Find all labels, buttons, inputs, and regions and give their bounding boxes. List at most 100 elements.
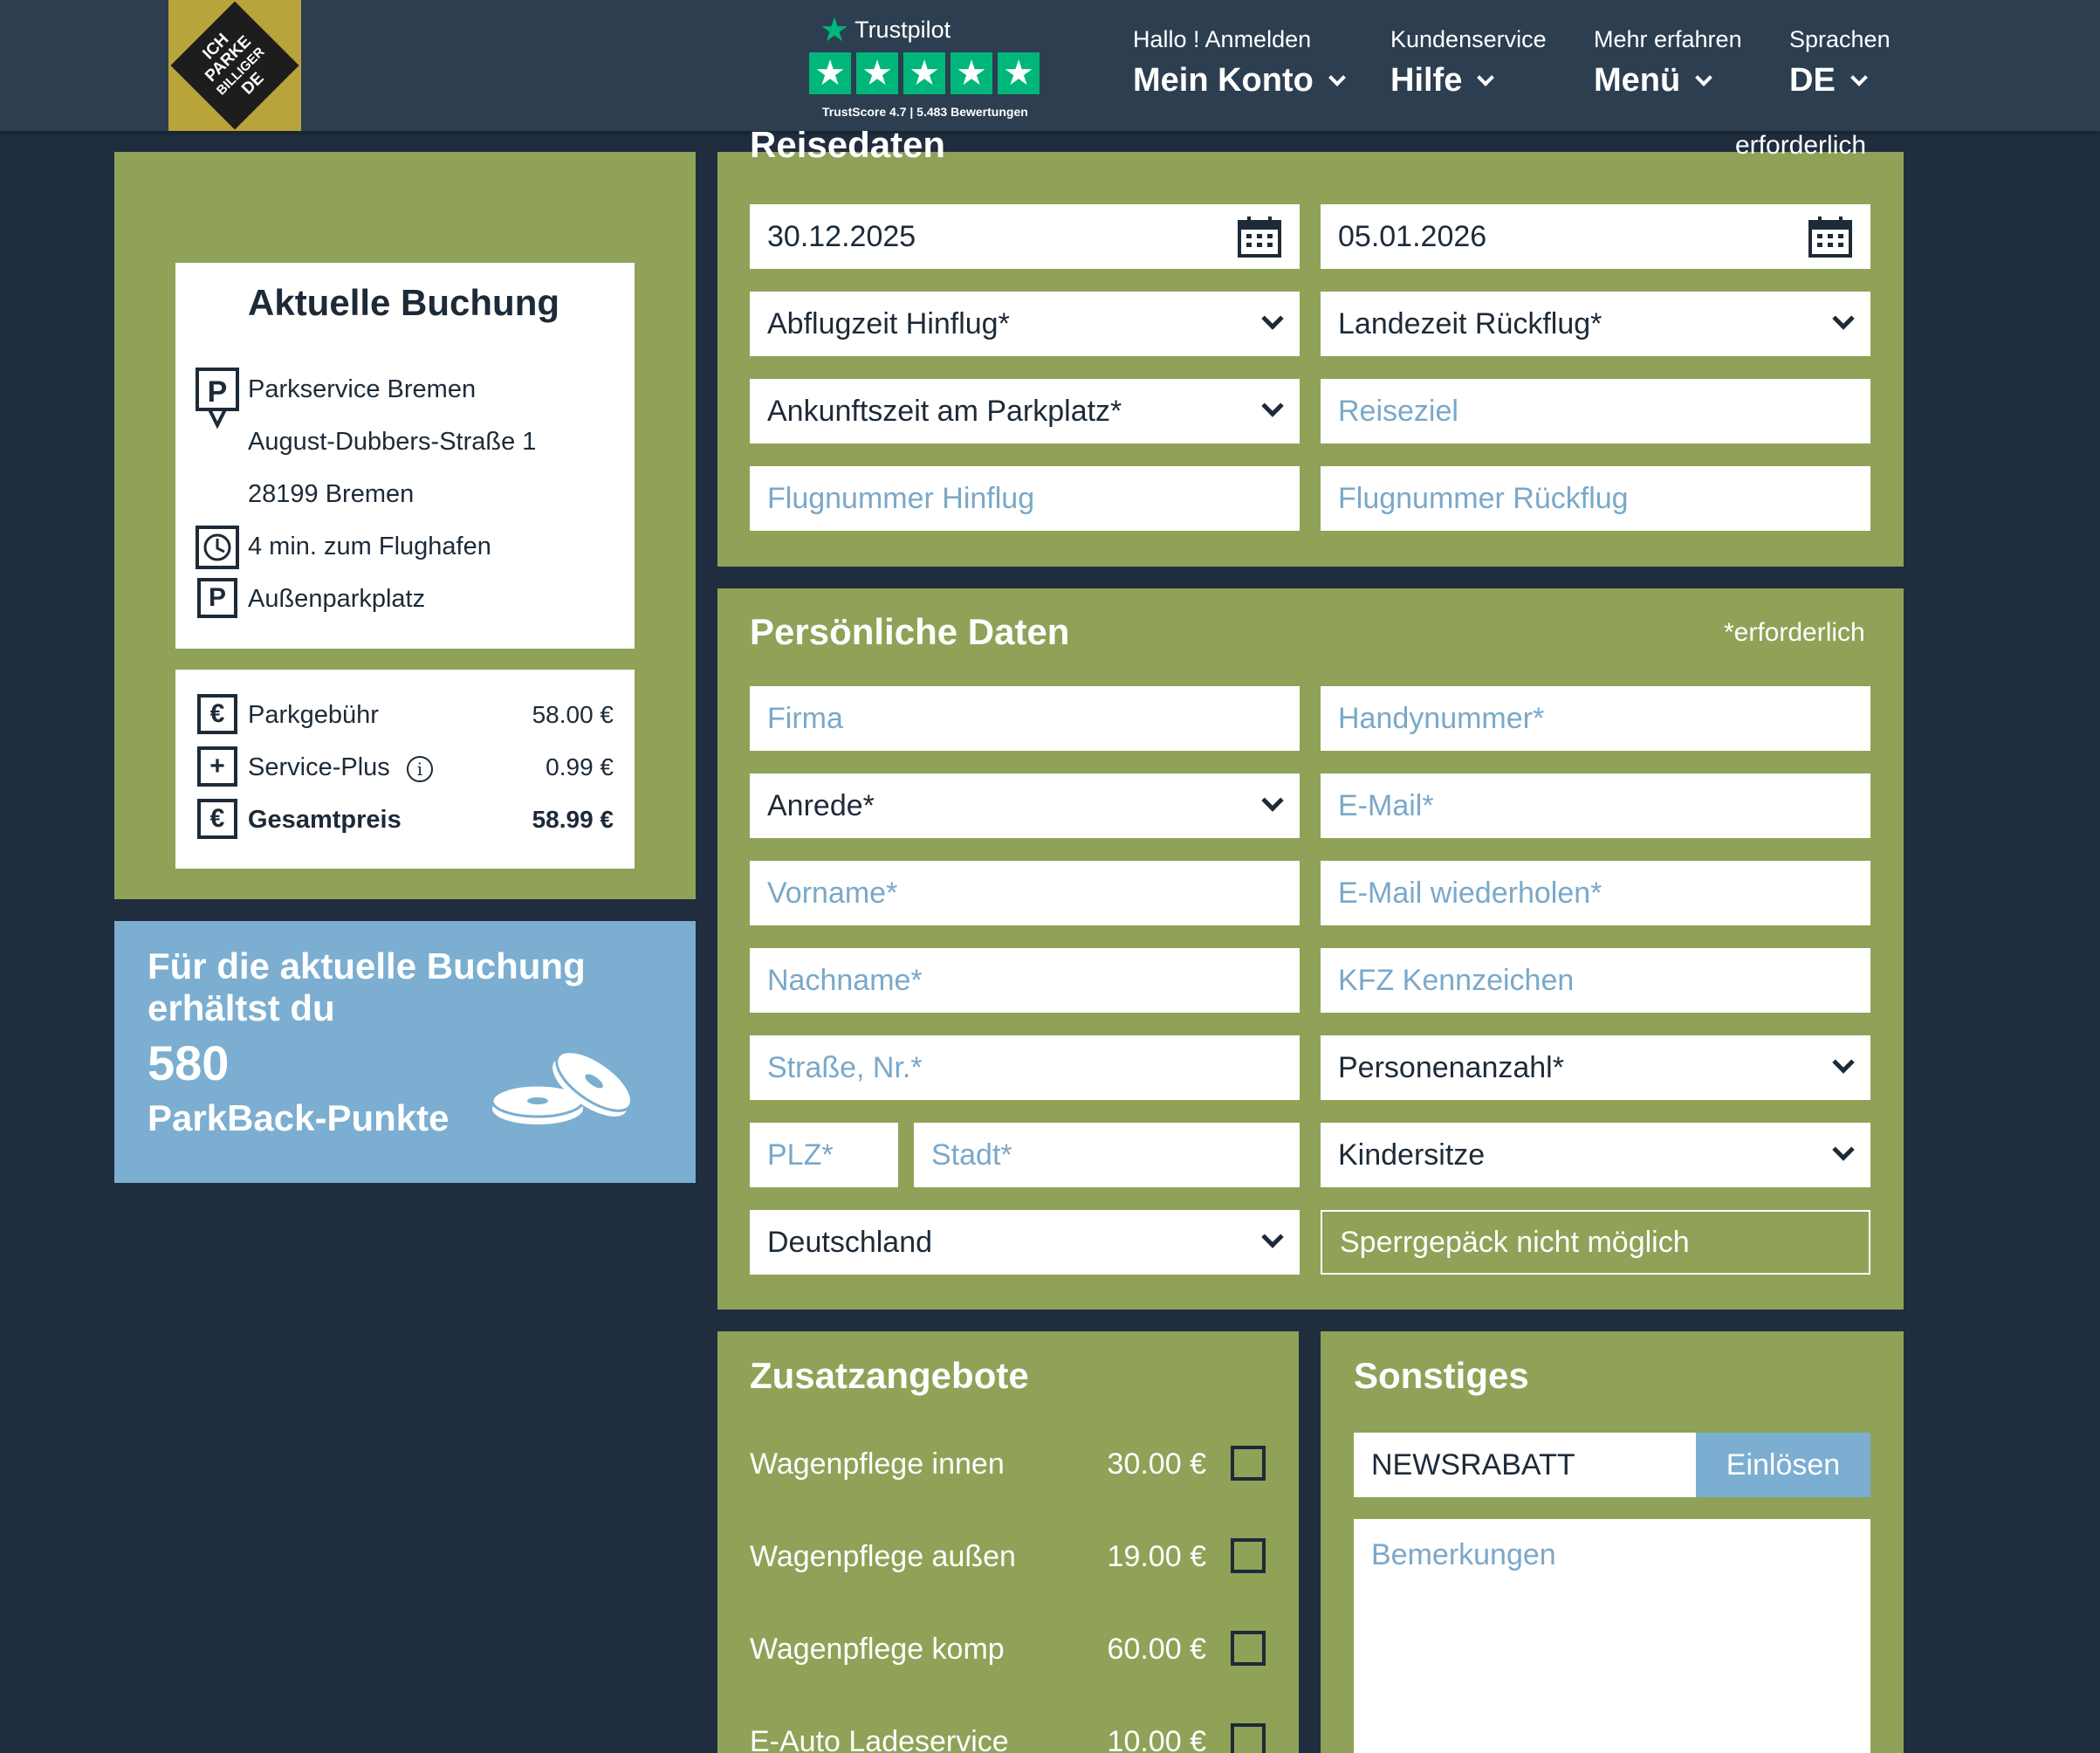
price-label-total: Gesamtpreis — [248, 806, 401, 834]
coins-icon — [491, 1050, 633, 1124]
star-icon: ★ — [856, 52, 898, 94]
misc-section-title: Sonstiges — [1354, 1355, 1529, 1396]
chevron-down-icon — [1850, 68, 1868, 86]
company-input[interactable]: Firma — [750, 686, 1300, 751]
nav-language-label: DE — [1789, 62, 1836, 99]
zip-input[interactable]: PLZ* — [750, 1123, 898, 1187]
travel-required-note: erforderlich — [1735, 131, 1867, 160]
nav-menu-sub: Mehr erfahren — [1594, 26, 1742, 52]
email-input[interactable]: E-Mail* — [1321, 773, 1870, 838]
nav-menu-main: Menü — [1594, 62, 1742, 100]
chevron-down-icon — [1832, 1051, 1855, 1074]
nav-account-label: Mein Konto — [1133, 62, 1314, 99]
country-label: Deutschland — [767, 1226, 933, 1259]
license-plate-input[interactable]: KFZ Kennzeichen — [1321, 948, 1870, 1013]
date-to-value: 05.01.2026 — [1338, 220, 1487, 253]
mobile-input[interactable]: Handynummer* — [1321, 686, 1870, 751]
extra-item-label: Wagenpflege außen — [750, 1540, 1016, 1573]
arrival-time-label: Ankunftszeit am Parkplatz* — [767, 395, 1122, 428]
date-from-value: 30.12.2025 — [767, 220, 916, 253]
extra-item-price: 60.00 € — [1107, 1633, 1206, 1666]
chevron-down-icon — [1832, 1138, 1855, 1161]
chevron-down-icon — [1261, 395, 1284, 417]
extra-item-label: Wagenpflege innen — [750, 1447, 1005, 1481]
remarks-textarea[interactable]: Bemerkungen — [1354, 1519, 1870, 1753]
booking-title: Aktuelle Buchung — [248, 282, 560, 323]
chevron-down-icon — [1261, 789, 1284, 812]
child-seats-label: Kindersitze — [1338, 1138, 1486, 1172]
trustpilot-overlay[interactable]: ★ Trustpilot ★ ★ ★ ★ ★ TrustScore 4.7 | … — [807, 7, 1047, 120]
chevron-down-icon — [1695, 68, 1713, 86]
booking-street: August-Dubbers-Straße 1 — [248, 428, 537, 456]
points-number: 580 — [148, 1035, 230, 1090]
extra-checkbox[interactable] — [1231, 1631, 1266, 1666]
personal-section-title: Persönliche Daten — [750, 611, 1070, 652]
extra-item-label: Wagenpflege komp — [750, 1633, 1005, 1666]
star-icon: ★ — [998, 52, 1040, 94]
departure-time-select[interactable]: Abflugzeit Hinflug* — [750, 292, 1300, 356]
nav-account-sub: Hallo ! Anmelden — [1133, 26, 1312, 52]
price-label-parking: Parkgebühr — [248, 701, 379, 729]
calendar-icon[interactable] — [1808, 215, 1853, 258]
nav-language-main: DE — [1789, 62, 1891, 100]
country-select[interactable]: Deutschland — [750, 1210, 1300, 1275]
clock-icon — [196, 526, 239, 569]
extra-item-price: 10.00 € — [1107, 1725, 1206, 1753]
nav-help[interactable]: Kundenservice Hilfe — [1390, 26, 1547, 100]
chevron-down-icon — [1328, 68, 1346, 86]
info-icon[interactable]: i — [407, 756, 433, 782]
star-icon: ★ — [809, 52, 851, 94]
street-input[interactable]: Straße, Nr.* — [750, 1035, 1300, 1100]
logo-overlay[interactable]: ICH PARKE BILLIGER DE — [168, 0, 301, 131]
last-name-input[interactable]: Nachname* — [750, 948, 1300, 1013]
nav-help-label: Hilfe — [1390, 62, 1463, 99]
redeem-button[interactable]: Einlösen — [1696, 1433, 1870, 1497]
nav-help-sub: Kundenservice — [1390, 26, 1547, 52]
logo-text: ICH PARKE BILLIGER DE — [189, 19, 281, 112]
euro-icon: € — [197, 799, 237, 839]
nav-account-main: Mein Konto — [1133, 62, 1346, 100]
arrival-time-select[interactable]: Ankunftszeit am Parkplatz* — [750, 379, 1300, 443]
salutation-select[interactable]: Anrede* — [750, 773, 1300, 838]
extra-checkbox[interactable] — [1231, 1538, 1266, 1573]
parking-pin-icon: P — [196, 368, 239, 429]
price-value-total: 58.99 € — [532, 806, 614, 833]
chevron-down-icon — [1261, 1226, 1284, 1248]
city-input[interactable]: Stadt* — [914, 1123, 1300, 1187]
logo-diamond: ICH PARKE BILLIGER DE — [170, 1, 299, 130]
plus-icon: + — [197, 746, 237, 787]
trustpilot-star-icon: ★ — [820, 12, 850, 49]
chevron-down-icon — [1477, 68, 1495, 86]
nav-language-sub: Sprachen — [1789, 26, 1891, 52]
nav-help-main: Hilfe — [1390, 62, 1547, 100]
persons-select[interactable]: Personenanzahl* — [1321, 1035, 1870, 1100]
parking-icon: P — [197, 578, 237, 618]
nav-menu[interactable]: Mehr erfahren Menü — [1594, 26, 1742, 100]
coupon-input[interactable]: NEWSRABATT — [1354, 1433, 1696, 1497]
extra-item-price: 30.00 € — [1107, 1447, 1206, 1481]
booking-type: Außenparkplatz — [248, 585, 426, 613]
landing-time-select[interactable]: Landezeit Rückflug* — [1321, 292, 1870, 356]
return-flight-input[interactable]: Flugnummer Rückflug — [1321, 466, 1870, 531]
child-seats-select[interactable]: Kindersitze — [1321, 1123, 1870, 1187]
salutation-label: Anrede* — [767, 789, 875, 822]
date-from-input[interactable]: 30.12.2025 — [750, 204, 1300, 269]
persons-label: Personenanzahl* — [1338, 1051, 1564, 1084]
first-name-input[interactable]: Vorname* — [750, 861, 1300, 925]
email-repeat-input[interactable]: E-Mail wiederholen* — [1321, 861, 1870, 925]
trustpilot-score: TrustScore 4.7 | 5.483 Bewertungen — [822, 105, 1028, 119]
price-value-service: 0.99 € — [546, 753, 614, 780]
chevron-down-icon — [1261, 307, 1284, 330]
nav-language[interactable]: Sprachen DE — [1789, 26, 1891, 100]
extra-checkbox[interactable] — [1231, 1723, 1266, 1753]
extra-checkbox[interactable] — [1231, 1446, 1266, 1481]
outbound-flight-input[interactable]: Flugnummer Hinflug — [750, 466, 1300, 531]
parkback-points-box: Für die aktuelle Buchung erhältst du 580… — [114, 921, 696, 1183]
destination-input[interactable]: Reiseziel — [1321, 379, 1870, 443]
star-icon: ★ — [950, 52, 992, 94]
trustpilot-rating-stars: ★ ★ ★ ★ ★ — [809, 52, 1040, 94]
calendar-icon[interactable] — [1237, 215, 1282, 258]
date-to-input[interactable]: 05.01.2026 — [1321, 204, 1870, 269]
nav-account[interactable]: Hallo ! Anmelden Mein Konto — [1133, 26, 1346, 100]
nav-menu-label: Menü — [1594, 62, 1681, 99]
